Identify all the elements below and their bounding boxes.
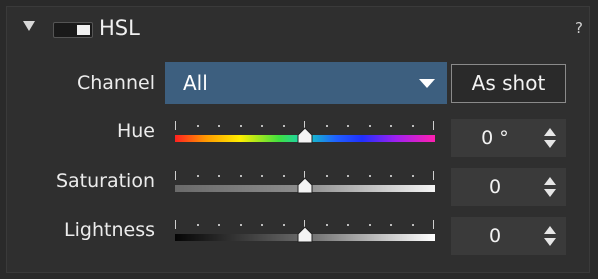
minor-tick — [197, 125, 199, 127]
minor-tick — [347, 224, 349, 226]
major-tick — [175, 171, 176, 180]
minor-tick — [369, 125, 371, 127]
spin-down-icon[interactable] — [544, 238, 556, 246]
minor-tick — [240, 224, 242, 226]
minor-tick — [261, 224, 263, 226]
collapse-arrow-icon[interactable] — [23, 21, 35, 31]
channel-select[interactable]: All — [165, 62, 447, 104]
hsl-panel: HSL ? Channel All As shot Hue 0 ° Satura… — [6, 6, 590, 273]
minor-tick — [240, 175, 242, 177]
saturation-slider-thumb[interactable] — [297, 177, 313, 194]
minor-tick — [283, 224, 285, 226]
hue-label: Hue — [116, 120, 155, 142]
minor-tick — [283, 125, 285, 127]
minor-tick — [390, 175, 392, 177]
panel-header[interactable]: HSL ? — [7, 7, 589, 53]
saturation-slider[interactable] — [175, 171, 435, 194]
major-tick — [433, 171, 434, 180]
major-tick — [433, 121, 434, 130]
minor-tick — [390, 125, 392, 127]
lightness-value[interactable]: 0 — [475, 217, 515, 255]
spin-up-icon[interactable] — [544, 128, 556, 136]
minor-tick — [197, 224, 199, 226]
minor-tick — [412, 175, 414, 177]
hue-slider-thumb[interactable] — [297, 127, 313, 144]
channel-selected-value: All — [183, 71, 208, 95]
lightness-slider-thumb[interactable] — [297, 226, 313, 243]
saturation-label: Saturation — [55, 170, 155, 192]
hue-number-field[interactable]: 0 ° — [451, 119, 566, 157]
minor-tick — [369, 175, 371, 177]
minor-tick — [412, 125, 414, 127]
lightness-slider[interactable] — [175, 220, 435, 243]
minor-tick — [412, 224, 414, 226]
enable-toggle[interactable] — [53, 22, 93, 38]
minor-tick — [326, 175, 328, 177]
panel-title: HSL — [99, 16, 140, 40]
spin-up-icon[interactable] — [544, 177, 556, 185]
dropdown-arrow-icon — [419, 79, 435, 88]
channel-label: Channel — [76, 72, 155, 94]
help-icon[interactable]: ? — [575, 19, 583, 37]
minor-tick — [390, 224, 392, 226]
minor-tick — [326, 125, 328, 127]
minor-tick — [347, 125, 349, 127]
lightness-number-field[interactable]: 0 — [451, 217, 566, 255]
minor-tick — [261, 175, 263, 177]
minor-tick — [240, 125, 242, 127]
minor-tick — [218, 125, 220, 127]
spin-down-icon[interactable] — [544, 189, 556, 197]
minor-tick — [218, 175, 220, 177]
minor-tick — [347, 175, 349, 177]
spin-down-icon[interactable] — [544, 140, 556, 148]
spin-up-icon[interactable] — [544, 226, 556, 234]
saturation-value[interactable]: 0 — [475, 168, 515, 206]
minor-tick — [369, 224, 371, 226]
hue-slider[interactable] — [175, 121, 435, 144]
major-tick — [433, 220, 434, 229]
minor-tick — [197, 175, 199, 177]
lightness-label: Lightness — [64, 219, 155, 241]
minor-tick — [326, 224, 328, 226]
major-tick — [175, 121, 176, 130]
minor-tick — [218, 224, 220, 226]
minor-tick — [283, 175, 285, 177]
major-tick — [175, 220, 176, 229]
minor-tick — [261, 125, 263, 127]
as-shot-button[interactable]: As shot — [451, 64, 566, 103]
hue-value[interactable]: 0 ° — [475, 119, 515, 157]
toggle-knob — [77, 25, 90, 35]
saturation-number-field[interactable]: 0 — [451, 168, 566, 206]
